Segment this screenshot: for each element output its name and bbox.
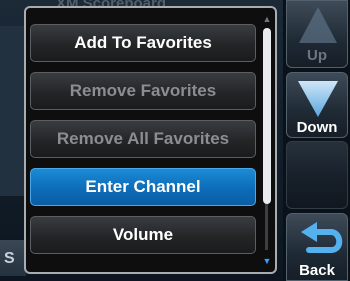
menu-scrollbar[interactable]: ▲ ▼: [262, 14, 272, 266]
back-label: Back: [299, 262, 335, 279]
add-to-favorites-button[interactable]: Add To Favorites: [30, 24, 256, 62]
remove-all-favorites-button[interactable]: Remove All Favorites: [30, 120, 256, 158]
up-button[interactable]: Up: [286, 0, 348, 68]
side-button-column: Up Down Back: [283, 0, 350, 281]
background-softkey-label: S: [4, 250, 15, 267]
volume-button[interactable]: Volume: [30, 216, 256, 254]
triangle-up-icon: [299, 7, 337, 43]
down-button[interactable]: Down: [286, 72, 348, 138]
scroll-up-arrow-icon[interactable]: ▲: [262, 14, 272, 24]
back-button[interactable]: Back: [286, 213, 348, 281]
up-label: Up: [307, 47, 327, 64]
down-label: Down: [296, 119, 338, 136]
background-left-strip: [0, 26, 24, 196]
triangle-down-icon: [298, 81, 338, 117]
options-popup-menu: Add To Favorites Remove Favorites Remove…: [24, 6, 277, 274]
scroll-thumb[interactable]: [263, 28, 271, 204]
enter-channel-button[interactable]: Enter Channel: [30, 168, 256, 206]
blank-softkey: [286, 141, 348, 209]
scroll-down-arrow-icon[interactable]: ▼: [262, 256, 272, 266]
remove-favorites-button[interactable]: Remove Favorites: [30, 72, 256, 110]
back-arrow-icon: [301, 222, 343, 253]
